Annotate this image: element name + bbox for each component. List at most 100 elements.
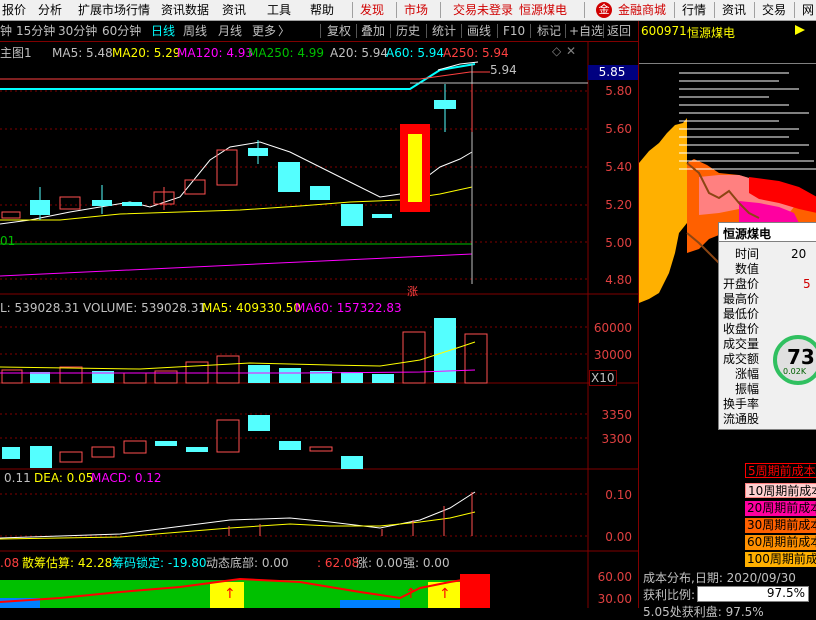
third-tick: 3350 [601,408,632,422]
candle [341,204,363,226]
macd-value-label: MACD: 0.12 [91,471,162,485]
candle-info-popup: 恒源煤电 时间 20 数值 开盘价 5 最高价 最低价 收盘价 成交量 成交额 … [718,222,816,430]
action-add-watch[interactable]: +自选 [569,21,603,41]
cost-legend-item[interactable]: 30周期前成本 [745,518,816,533]
macd-tick: 0.00 [605,530,632,544]
menu-divider [584,2,585,18]
macd-tick: 0.10 [605,488,632,502]
volume-bars [0,318,488,384]
profit-ratio-label: 获利比例: [643,588,696,602]
stock-name: 恒源煤电 [687,26,736,40]
action-mark[interactable]: 标记 [537,21,561,41]
ma20-label: MA20: 5.29 [112,46,181,60]
macd-lines [0,491,476,540]
period-weekly[interactable]: 周线 [183,21,207,41]
toolbar-divider [497,24,498,38]
menu-market[interactable]: 市场 [404,0,428,20]
period-minute[interactable]: 钟 [0,21,12,41]
play-icon[interactable] [795,25,805,35]
up-arrow-icon: ↑ [224,586,236,602]
menu-item-data[interactable]: 资讯数据 [161,0,209,20]
profit-bottom-line: 5.05处获利盘: 97.5% [643,605,764,619]
period-monthly[interactable]: 月线 [218,21,242,41]
info-label-close: 收盘价 [723,322,760,336]
volume-ma60-label: MA60: 157322.83 [295,301,402,315]
action-f10[interactable]: F10 [503,21,525,41]
menu-mall[interactable]: 金融商城 [618,0,666,20]
info-label-turnover: 换手率 [723,397,760,411]
period-more[interactable]: 更多 [252,21,276,41]
menu-item-help[interactable]: 帮助 [310,0,334,20]
menu-stock-name[interactable]: 恒源煤电 [519,0,567,20]
cost-legend-item[interactable]: 10周期前成本 [745,483,816,498]
action-draw[interactable]: 画线 [467,21,491,41]
chip-qiang-label: 强: 0.00 [403,556,450,570]
mall-logo-icon: 金 [596,2,612,18]
chip-v1-label: .08 [0,556,20,570]
chip-dongtai-label: 动态底部: 0.00 [206,556,289,570]
info-value-time: 20 [791,247,807,261]
third-grid [0,413,588,439]
limit-up-tag: 涨 [407,285,418,298]
period-60min[interactable]: 60分钟 [102,21,141,41]
info-label-amount: 成交额 [723,352,760,366]
info-label-high: 最高价 [723,292,760,306]
macd-grid [0,493,588,537]
action-back[interactable]: 返回 [607,21,631,41]
period-daily[interactable]: 日线 [151,21,175,41]
chip-v2-label: : 62.08 [317,556,360,570]
menu-quote-tab[interactable]: 行情 [682,0,706,20]
price-tick: 5.00 [605,236,632,250]
chip-panel-graphics: ↑ ↑ ↑ [0,574,490,608]
candle [59,196,81,210]
menu-divider [754,2,755,18]
candle [1,211,21,219]
toolbar-divider [461,24,462,38]
up-arrow-icon: ↑ [405,586,417,602]
menu-item-analysis[interactable]: 分析 [38,0,62,20]
gauge-sub: 0.02K [783,367,807,376]
menu-item-news[interactable]: 资讯 [222,0,246,20]
cost-date-line: 成本分布,日期: 2020/09/30 [643,571,796,585]
period-15min[interactable]: 15分钟 [16,21,55,41]
period-toolbar: 钟 15分钟 30分钟 60分钟 日线 周线 月线 更多 〉 复权 叠加 历史 … [0,21,638,42]
menu-divider [396,2,397,18]
info-label-change: 涨幅 [735,367,760,381]
cost-legend-item[interactable]: 20周期前成本 [745,501,816,516]
trade-status[interactable]: 交易未登录 [453,0,513,20]
a250-label: A250: 5.94 [443,46,509,60]
menu-publish[interactable]: 发现 [360,0,384,20]
volume-unit: X10 [589,370,617,386]
menu-item-quote[interactable]: 报价 [2,0,26,20]
diamond-icon[interactable]: ◇ [552,44,561,58]
menu-net-tab[interactable]: 网 [802,0,814,20]
candle [310,186,330,200]
close-icon[interactable]: ✕ [566,44,576,58]
profit-ratio-value: 97.5% [766,586,805,600]
cost-legend-item[interactable]: 5周期前成本 [745,463,816,478]
menu-trading-tab[interactable]: 交易 [762,0,786,20]
action-adjust[interactable]: 复权 [327,21,351,41]
menu-item-tools[interactable]: 工具 [267,0,291,20]
menu-news-tab[interactable]: 资讯 [722,0,746,20]
info-title-bar: 恒源煤电 [719,223,816,242]
toolbar-divider [426,24,427,38]
third-panel-candles [2,415,363,469]
action-stats[interactable]: 统计 [432,21,456,41]
cost-legend-item[interactable]: 60周期前成本 [745,535,816,550]
volume-label: VOLUME: 539028.31 [83,301,206,315]
chip-zhang-label: 涨: 0.00 [356,556,403,570]
menu-item-ext-market[interactable]: 扩展市场行情 [78,0,150,20]
menu-bar: 报价 分析 扩展市场行情 资讯数据 资讯 工具 帮助 发现 市场 交易未登录 恒… [0,0,816,21]
chip-sanchou-label: 散筹估算: 42.28 [22,556,113,570]
action-history[interactable]: 历史 [396,21,420,41]
cost-legend-item[interactable]: 100周期前成本 [745,552,816,567]
chip-suoding-label: 筹码锁定: -19.80 [112,556,207,570]
chevron-right-icon[interactable]: 〉 [278,21,290,41]
candle [278,162,300,192]
action-overlay[interactable]: 叠加 [361,21,385,41]
toolbar-divider [356,24,357,38]
volume-grid [0,326,588,355]
menu-divider [794,2,795,18]
period-30min[interactable]: 30分钟 [58,21,97,41]
